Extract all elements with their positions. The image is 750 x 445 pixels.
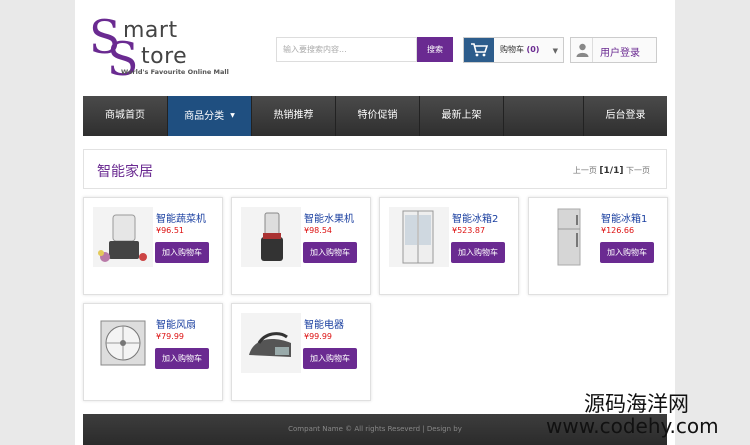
product-name[interactable]: 智能风扇 [156, 316, 196, 331]
main-nav: 商城首页 商品分类 ▼ 热销推荐 特价促销 最新上架 后台登录 [83, 96, 667, 136]
product-image-fridge-double[interactable] [389, 207, 449, 267]
chevron-down-icon[interactable]: ▼ [553, 47, 558, 55]
product-card: 智能冰箱1 ¥126.66 加入购物车 [528, 197, 668, 295]
search-button[interactable]: 搜索 [417, 37, 453, 62]
nav-home[interactable]: 商城首页 [83, 96, 168, 136]
cart-button[interactable]: 购物车 (0) ▼ [463, 37, 564, 63]
nav-categories-label: 商品分类 [184, 111, 225, 122]
add-to-cart-button[interactable]: 加入购物车 [600, 242, 654, 263]
product-card: 智能蔬菜机 ¥96.51 加入购物车 [83, 197, 223, 295]
pager-prev[interactable]: 上一页 [573, 166, 597, 175]
product-price: ¥98.54 [304, 226, 332, 235]
add-to-cart-button[interactable]: 加入购物车 [303, 242, 357, 263]
product-name[interactable]: 智能蔬菜机 [156, 210, 206, 225]
product-image-fan[interactable] [93, 313, 153, 373]
page-container: S mart S tore World's Favourite Online M… [75, 0, 675, 445]
product-name[interactable]: 智能水果机 [304, 210, 354, 225]
nav-admin-login[interactable]: 后台登录 [583, 96, 667, 136]
product-name[interactable]: 智能电器 [304, 316, 344, 331]
nav-new[interactable]: 最新上架 [420, 96, 504, 136]
nav-specials[interactable]: 特价促销 [336, 96, 420, 136]
product-image-food-processor[interactable] [93, 207, 153, 267]
login-label: 用户登录 [600, 48, 640, 59]
nav-hot[interactable]: 热销推荐 [252, 96, 336, 136]
product-price: ¥126.66 [601, 226, 635, 235]
product-price: ¥79.99 [156, 332, 184, 341]
pagination: 上一页 [1/1] 下一页 [573, 165, 650, 176]
product-name[interactable]: 智能冰箱1 [601, 210, 647, 225]
pager-current: [1/1] [599, 166, 624, 176]
user-icon [571, 38, 593, 62]
product-image-juicer[interactable] [241, 207, 301, 267]
watermark-url: www.codehy.com [546, 414, 719, 438]
add-to-cart-button[interactable]: 加入购物车 [451, 242, 505, 263]
logo-tagline: World's Favourite Online Mall [121, 68, 229, 76]
pager-next[interactable]: 下一页 [626, 166, 650, 175]
product-card: 智能电器 ¥99.99 加入购物车 [231, 303, 371, 401]
product-image-steam-iron[interactable] [241, 313, 301, 373]
cart-icon [464, 38, 494, 62]
category-title: 智能家居 [97, 164, 153, 180]
category-header: 智能家居 上一页 [1/1] 下一页 [83, 149, 667, 189]
product-card: 智能风扇 ¥79.99 加入购物车 [83, 303, 223, 401]
product-price: ¥523.87 [452, 226, 486, 235]
caret-down-icon: ▼ [230, 112, 235, 119]
product-price: ¥96.51 [156, 226, 184, 235]
product-name[interactable]: 智能冰箱2 [452, 210, 498, 225]
search-input[interactable]: 输入要搜索内容... [276, 37, 417, 62]
product-image-fridge-single[interactable] [538, 207, 598, 267]
add-to-cart-button[interactable]: 加入购物车 [155, 242, 209, 263]
product-price: ¥99.99 [304, 332, 332, 341]
login-button[interactable]: 用户登录 [570, 37, 657, 63]
cart-label: 购物车 (0) [500, 44, 539, 55]
product-card: 智能水果机 ¥98.54 加入购物车 [231, 197, 371, 295]
cart-count: (0) [526, 45, 540, 54]
product-card: 智能冰箱2 ¥523.87 加入购物车 [379, 197, 519, 295]
search-bar: 输入要搜索内容... 搜索 [276, 37, 453, 62]
add-to-cart-button[interactable]: 加入购物车 [155, 348, 209, 369]
site-logo[interactable]: S mart S tore World's Favourite Online M… [89, 14, 259, 82]
add-to-cart-button[interactable]: 加入购物车 [303, 348, 357, 369]
cart-label-text: 购物车 [500, 45, 524, 54]
logo-word-tore: tore [141, 44, 188, 69]
nav-categories[interactable]: 商品分类 ▼ [168, 96, 252, 136]
